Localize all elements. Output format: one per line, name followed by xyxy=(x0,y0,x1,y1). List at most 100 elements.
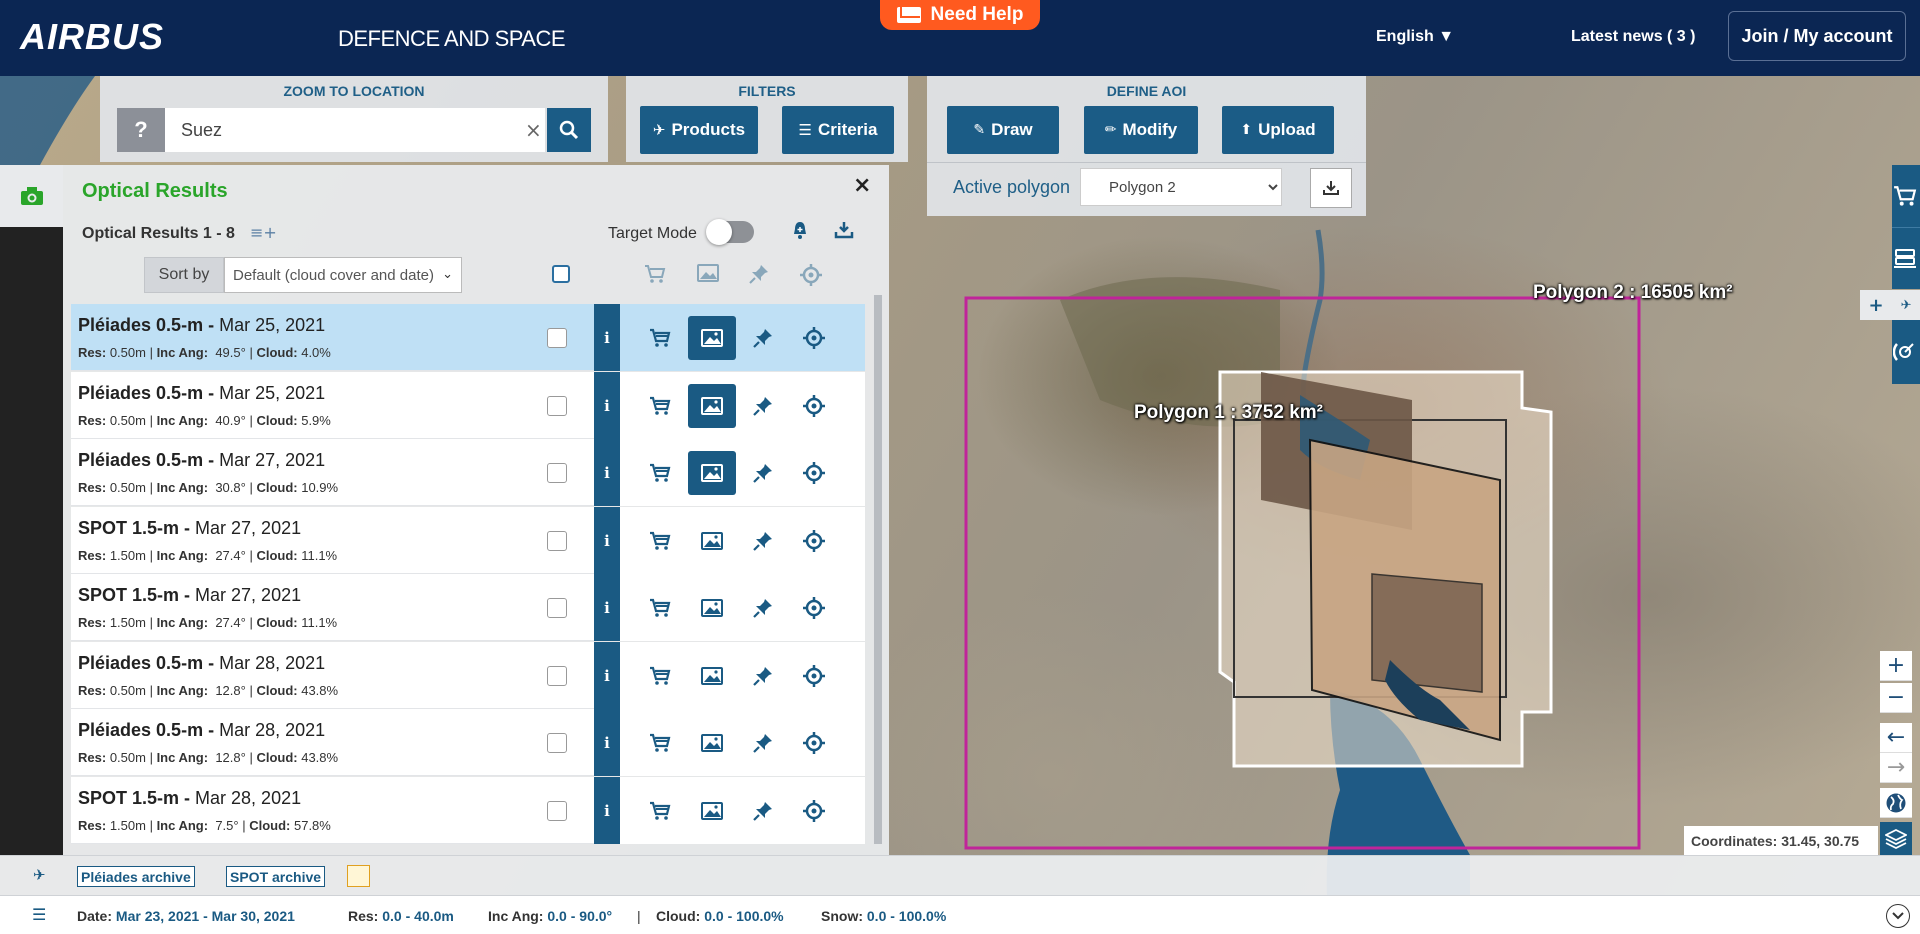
select-all-checkbox[interactable] xyxy=(552,265,570,283)
result-checkbox[interactable] xyxy=(547,801,567,821)
result-checkbox[interactable] xyxy=(547,733,567,753)
locate-button[interactable] xyxy=(790,316,838,360)
result-checkbox[interactable] xyxy=(547,531,567,551)
location-search-input[interactable] xyxy=(165,108,545,152)
clear-icon[interactable]: × xyxy=(525,118,542,142)
optical-tab[interactable] xyxy=(0,165,63,227)
locate-button[interactable] xyxy=(790,789,838,833)
quicklook-button[interactable] xyxy=(688,519,736,563)
scrollbar-thumb[interactable] xyxy=(874,295,882,844)
add-to-cart-button[interactable] xyxy=(636,316,684,360)
pin-button[interactable] xyxy=(739,789,787,833)
add-to-cart-button[interactable] xyxy=(636,654,684,698)
info-button[interactable]: i xyxy=(594,777,620,844)
collapse-button[interactable] xyxy=(1886,904,1910,928)
pin-button[interactable] xyxy=(739,384,787,428)
result-row[interactable]: Pléiades 0.5-m - Mar 28, 2021 Res: 0.50m … xyxy=(71,709,865,776)
pin-button[interactable] xyxy=(739,316,787,360)
need-help-button[interactable]: Need Help xyxy=(880,0,1040,30)
cart-tool-button[interactable] xyxy=(1892,165,1920,227)
target-mode-toggle[interactable] xyxy=(706,219,754,245)
sort-select[interactable]: Default (cloud cover and date) ⌄ xyxy=(224,257,462,293)
add-to-cart-button[interactable] xyxy=(636,721,684,765)
account-button[interactable]: Join / My account xyxy=(1728,11,1906,61)
info-button[interactable]: i xyxy=(594,372,620,439)
pin-button[interactable] xyxy=(739,654,787,698)
locate-all-button[interactable] xyxy=(800,264,822,291)
locate-button[interactable] xyxy=(790,654,838,698)
result-row[interactable]: SPOT 1.5-m - Mar 27, 2021 Res: 1.50m | In… xyxy=(71,574,865,641)
close-panel-button[interactable]: × xyxy=(853,173,871,198)
layers-button[interactable] xyxy=(1880,822,1912,856)
catalog-tool-button[interactable] xyxy=(1892,227,1920,289)
result-row[interactable]: SPOT 1.5-m - Mar 27, 2021 Res: 1.50m | In… xyxy=(71,507,865,574)
pin-button[interactable] xyxy=(739,451,787,495)
zoom-out-button[interactable]: − xyxy=(1880,683,1912,713)
draw-button[interactable]: ✎ Draw xyxy=(947,106,1059,154)
help-button[interactable]: ? xyxy=(117,108,165,152)
add-to-cart-button[interactable] xyxy=(636,384,684,428)
info-button[interactable]: i xyxy=(594,507,620,574)
info-button[interactable]: i xyxy=(594,304,620,371)
add-to-cart-button[interactable] xyxy=(636,451,684,495)
info-button[interactable]: i xyxy=(594,574,620,641)
result-row[interactable]: Pléiades 0.5-m - Mar 28, 2021 Res: 0.50m … xyxy=(71,642,865,709)
tasking-tool-button[interactable] xyxy=(1892,320,1920,384)
quicklook-button[interactable] xyxy=(688,721,736,765)
locate-button[interactable] xyxy=(790,721,838,765)
quicklook-button[interactable] xyxy=(688,316,736,360)
locate-button[interactable] xyxy=(790,384,838,428)
language-selector[interactable]: English ▼ xyxy=(1376,28,1454,46)
search-button[interactable] xyxy=(547,108,591,152)
products-button[interactable]: ✈ Products xyxy=(640,106,758,154)
pin-button[interactable] xyxy=(739,519,787,563)
airbus-logo[interactable]: AIRBUS xyxy=(20,16,164,58)
result-row[interactable]: Pléiades 0.5-m - Mar 25, 2021 Res: 0.50m … xyxy=(71,372,865,439)
result-row[interactable]: SPOT 1.5-m - Mar 28, 2021 Res: 1.50m | In… xyxy=(71,777,865,844)
pin-button[interactable] xyxy=(739,721,787,765)
locate-button[interactable] xyxy=(790,519,838,563)
copy-icon[interactable] xyxy=(347,865,370,887)
add-to-cart-button[interactable] xyxy=(636,789,684,833)
result-checkbox[interactable] xyxy=(547,463,567,483)
info-button[interactable]: i xyxy=(594,709,620,776)
globe-button[interactable] xyxy=(1880,788,1912,818)
quicklook-button[interactable] xyxy=(688,451,736,495)
result-checkbox[interactable] xyxy=(547,328,567,348)
quicklook-all-button[interactable] xyxy=(697,264,719,287)
quicklook-button[interactable] xyxy=(688,789,736,833)
bell-button[interactable] xyxy=(791,221,809,246)
quicklook-button[interactable] xyxy=(688,654,736,698)
pin-button[interactable] xyxy=(739,586,787,630)
info-button[interactable]: i xyxy=(594,439,620,506)
modify-button[interactable]: ✏ Modify xyxy=(1084,106,1198,154)
result-checkbox[interactable] xyxy=(547,396,567,416)
active-polygon-select[interactable]: Polygon 2 xyxy=(1080,168,1282,206)
forward-button[interactable]: → xyxy=(1880,753,1912,783)
results-scrollbar[interactable] xyxy=(873,295,883,844)
result-row[interactable]: Pléiades 0.5-m - Mar 25, 2021 Res: 0.50m … xyxy=(71,304,865,371)
result-row[interactable]: Pléiades 0.5-m - Mar 27, 2021 Res: 0.50m … xyxy=(71,439,865,506)
zoom-in-button[interactable]: + xyxy=(1880,651,1912,681)
quicklook-button[interactable] xyxy=(688,384,736,428)
pin-all-button[interactable] xyxy=(749,264,769,289)
cart-all-button[interactable] xyxy=(644,264,666,289)
spot-archive-tag[interactable]: SPOT archive xyxy=(226,866,326,887)
result-checkbox[interactable] xyxy=(547,666,567,686)
download-results-button[interactable] xyxy=(834,221,854,244)
add-to-cart-button[interactable] xyxy=(636,586,684,630)
add-to-cart-button[interactable] xyxy=(636,519,684,563)
download-aoi-button[interactable] xyxy=(1310,168,1352,208)
latest-news-link[interactable]: Latest news ( 3 ) xyxy=(1571,28,1695,46)
locate-button[interactable] xyxy=(790,451,838,495)
upload-button[interactable]: ⬆ Upload xyxy=(1222,106,1334,154)
result-checkbox[interactable] xyxy=(547,598,567,618)
back-button[interactable]: ← xyxy=(1880,723,1912,753)
quicklook-button[interactable] xyxy=(688,586,736,630)
locate-button[interactable] xyxy=(790,586,838,630)
info-button[interactable]: i xyxy=(594,642,620,709)
criteria-button[interactable]: ☰ Criteria xyxy=(782,106,894,154)
add-pin-control[interactable]: + ✈ xyxy=(1860,290,1920,320)
playlist-add-icon[interactable]: ≡+ xyxy=(250,223,277,242)
pleiades-archive-tag[interactable]: Pléiades archive xyxy=(77,866,195,887)
